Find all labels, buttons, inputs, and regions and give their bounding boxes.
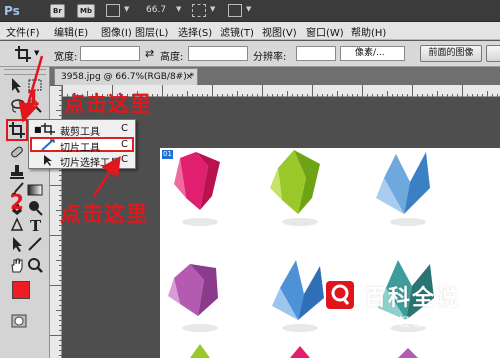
menu-select[interactable]: 选择(S) bbox=[178, 24, 212, 39]
chevron-down-icon[interactable]: ▼ bbox=[246, 5, 251, 13]
svg-text:T: T bbox=[30, 217, 42, 234]
resolution-label: 分辨率: bbox=[253, 52, 287, 63]
flyout-item-label: 裁剪工具 bbox=[60, 127, 100, 138]
document-tab-strip: 3958.jpg @ 66.7%(RGB/8#) * × bbox=[50, 67, 500, 85]
crop-icon bbox=[41, 123, 55, 135]
menu-edit[interactable]: 编辑(E) bbox=[54, 24, 88, 39]
title-bar: Ps Br Mb ▼ 66.7 ▼ ▼ ▼ bbox=[0, 0, 500, 22]
chevron-down-icon[interactable]: ▼ bbox=[210, 5, 215, 13]
shortcut-key: C bbox=[121, 139, 128, 150]
document-tab[interactable]: 3958.jpg @ 66.7%(RGB/8#) * × bbox=[54, 68, 198, 85]
quick-mask-icon[interactable] bbox=[10, 312, 28, 330]
blue-crystal-icon bbox=[376, 152, 430, 226]
chevron-down-icon[interactable]: ▼ bbox=[176, 5, 181, 13]
swap-arrows-icon[interactable]: ⇄ bbox=[145, 47, 154, 60]
menu-file[interactable]: 文件(F) bbox=[6, 24, 40, 39]
document-tab-label: 3958.jpg @ 66.7%(RGB/8#) * bbox=[61, 72, 195, 82]
step-2-number: 2 bbox=[10, 190, 24, 214]
shape-icon[interactable] bbox=[26, 235, 44, 253]
step-1-annotation: 点击这里 bbox=[64, 92, 152, 116]
zoom-icon[interactable] bbox=[26, 256, 44, 274]
screen-mode-icon[interactable] bbox=[228, 4, 242, 17]
menu-bar: 文件(F) 编辑(E) 图像(I) 图层(L) 选择(S) 滤镜(T) 视图(V… bbox=[0, 22, 500, 40]
photoshop-logo: Ps bbox=[4, 4, 20, 18]
pink-crystal-icon bbox=[174, 152, 220, 226]
menu-window[interactable]: 窗口(W) bbox=[306, 24, 344, 39]
height-label: 高度: bbox=[160, 52, 184, 63]
step-1-number: 1 bbox=[26, 86, 40, 110]
flyout-item-slice-select[interactable]: 切片选择工具 C bbox=[30, 153, 134, 169]
watermark-subtitle: 助你轻松解决 bbox=[370, 315, 455, 329]
width-label: 宽度: bbox=[54, 52, 78, 63]
mini-bridge-button[interactable]: Mb bbox=[77, 4, 95, 18]
foreground-color-icon[interactable] bbox=[12, 281, 30, 299]
blue-crystal-icon bbox=[272, 260, 324, 332]
toolbox-grip[interactable] bbox=[4, 69, 46, 75]
clone-stamp-icon[interactable] bbox=[8, 163, 26, 181]
lasso-icon[interactable] bbox=[8, 97, 26, 115]
menu-filter[interactable]: 滤镜(T) bbox=[220, 24, 254, 39]
chevron-down-icon[interactable]: ▼ bbox=[124, 5, 129, 13]
height-field[interactable] bbox=[188, 46, 248, 61]
watermark-title: 百科全说 bbox=[364, 286, 461, 311]
slice-badge: 01 bbox=[162, 150, 173, 159]
units-value: 像素/... bbox=[355, 48, 385, 58]
bridge-button[interactable]: Br bbox=[50, 4, 65, 18]
shortcut-key: C bbox=[121, 123, 128, 134]
close-icon[interactable]: × bbox=[185, 69, 193, 85]
width-field[interactable] bbox=[80, 46, 140, 61]
clear-button[interactable] bbox=[486, 45, 500, 62]
resolution-field[interactable] bbox=[296, 46, 336, 61]
shortcut-key: C bbox=[121, 154, 128, 165]
flyout-item-label: 切片选择工具 bbox=[60, 158, 120, 169]
crop-icon[interactable] bbox=[14, 45, 32, 63]
resolution-units-select[interactable]: 像素/... bbox=[340, 46, 405, 61]
type-icon[interactable]: T bbox=[26, 216, 44, 235]
purple-crystal-icon bbox=[168, 264, 218, 332]
slice-icon bbox=[41, 139, 55, 151]
options-bar: ▼ 宽度: ⇄ 高度: 分辨率: 像素/... 前面的图像 bbox=[0, 41, 500, 67]
watermark: 百科全说 助你轻松解决 bbox=[326, 278, 500, 334]
flyout-item-crop[interactable]: ■ 裁剪工具 C bbox=[30, 122, 134, 138]
view-extras-icon[interactable] bbox=[106, 4, 120, 17]
slice-select-icon bbox=[41, 154, 55, 166]
front-image-button[interactable]: 前面的图像 bbox=[420, 45, 482, 62]
zoom-level[interactable]: 66.7 bbox=[146, 5, 166, 15]
arrange-documents-icon[interactable] bbox=[192, 4, 206, 17]
highlight-crop-tool bbox=[6, 119, 28, 141]
menu-image[interactable]: 图像(I) bbox=[101, 24, 132, 39]
path-select-icon[interactable] bbox=[8, 235, 26, 253]
menu-layer[interactable]: 图层(L) bbox=[135, 24, 168, 39]
dodge-icon[interactable] bbox=[26, 199, 44, 217]
menu-view[interactable]: 视图(V) bbox=[262, 24, 297, 39]
flyout-item-label: 切片工具 bbox=[60, 143, 100, 154]
watermark-logo-icon bbox=[326, 281, 354, 309]
gradient-icon[interactable] bbox=[26, 181, 44, 199]
healing-brush-icon[interactable] bbox=[8, 143, 26, 161]
flyout-item-slice[interactable]: 切片工具 C bbox=[30, 137, 134, 154]
hand-icon[interactable] bbox=[8, 256, 26, 274]
move-icon[interactable] bbox=[8, 76, 26, 94]
crop-tool-flyout-menu: ■ 裁剪工具 C 切片工具 C 切片选择工具 C bbox=[28, 119, 136, 169]
chevron-down-icon[interactable]: ▼ bbox=[34, 49, 39, 57]
pen-tool-icon[interactable] bbox=[8, 216, 26, 234]
step-2-annotation: 点击这里 bbox=[60, 202, 148, 226]
green-crystal-icon bbox=[270, 150, 320, 226]
menu-help[interactable]: 帮助(H) bbox=[351, 24, 386, 39]
